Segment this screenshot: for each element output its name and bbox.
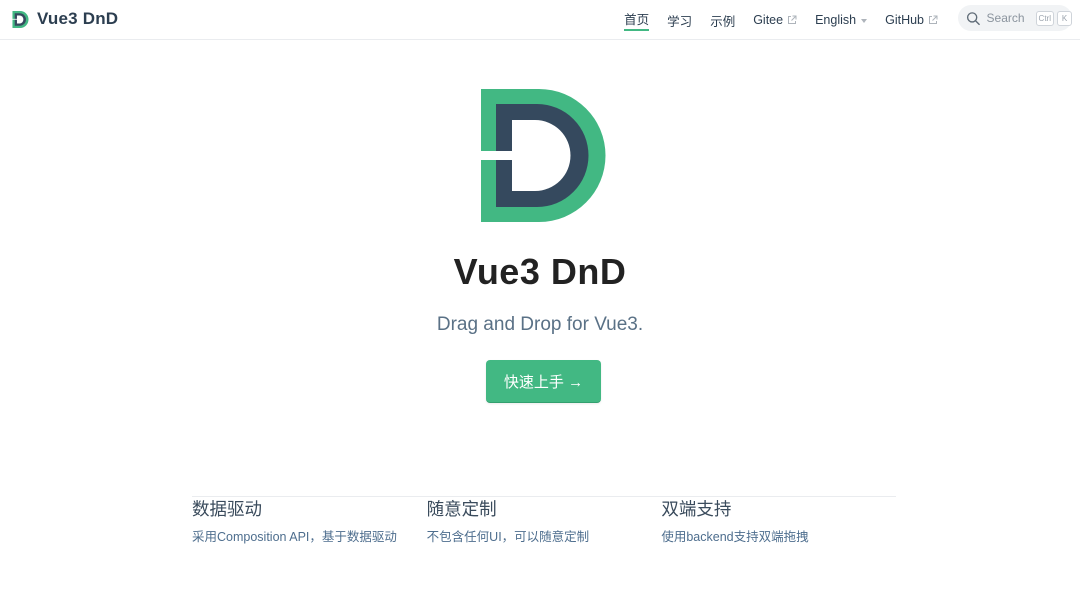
nav-item-label: 学习	[667, 14, 693, 29]
search-icon	[966, 11, 980, 25]
hero-tagline: Drag and Drop for Vue3.	[436, 314, 644, 335]
feature-title: 数据驱动	[192, 499, 262, 519]
get-started-button[interactable]: 快速上手 →	[486, 360, 601, 403]
navbar: Vue3 DnD 首页 学习 示例 Gitee English GitHub S…	[0, 0, 1080, 40]
feature-card: 随意定制 不包含任何UI，可以随意定制	[427, 497, 662, 546]
external-link-icon	[788, 15, 797, 24]
nav-item-label: GitHub	[885, 13, 924, 27]
hero-title: Vue3 DnD	[453, 251, 627, 292]
feature-card: 数据驱动 采用Composition API，基于数据驱动	[192, 497, 427, 546]
features: 数据驱动 采用Composition API，基于数据驱动 随意定制 不包含任何…	[192, 497, 896, 546]
feature-title: 随意定制	[426, 499, 497, 519]
nav-item-label: English	[815, 13, 857, 27]
nav-item-label: 示例	[710, 14, 736, 29]
feature-details: 使用backend支持双端拖拽	[661, 530, 809, 544]
nav-item-home[interactable]: 首页	[624, 0, 650, 40]
feature-details: 不包含任何UI，可以随意定制	[426, 530, 590, 544]
feature-card: 双端支持 使用backend支持双端拖拽	[661, 497, 896, 546]
nav-item-github[interactable]: GitHub	[885, 0, 938, 40]
feature-title: 双端支持	[661, 499, 732, 519]
site-title: Vue3 DnD	[37, 9, 119, 28]
feature-details: 采用Composition API，基于数据驱动	[192, 530, 397, 544]
nav-item-label: Gitee	[753, 13, 784, 27]
nav-item-examples[interactable]: 示例	[710, 0, 735, 40]
search-placeholder: Search	[986, 11, 1025, 25]
vue3-dnd-logo-icon	[12, 10, 29, 28]
vue3-dnd-logo-icon	[481, 89, 606, 222]
nav-item-gitee[interactable]: Gitee	[753, 0, 797, 40]
home-link[interactable]: Vue3 DnD	[12, 8, 118, 30]
shortcut-key-ctrl: Ctrl	[1035, 10, 1054, 26]
shortcut-key-k: K	[1057, 10, 1072, 26]
nav-item-language[interactable]: English	[815, 0, 868, 40]
external-link-icon	[929, 15, 938, 24]
search-shortcut: Ctrl K	[1033, 10, 1072, 26]
nav-item-label: 首页	[624, 9, 650, 31]
nav-item-learn[interactable]: 学习	[667, 0, 692, 40]
search-button[interactable]: Search Ctrl K	[958, 5, 1072, 31]
chevron-down-icon	[861, 19, 868, 23]
nav-links: 首页 学习 示例 Gitee English GitHub	[606, 0, 938, 40]
